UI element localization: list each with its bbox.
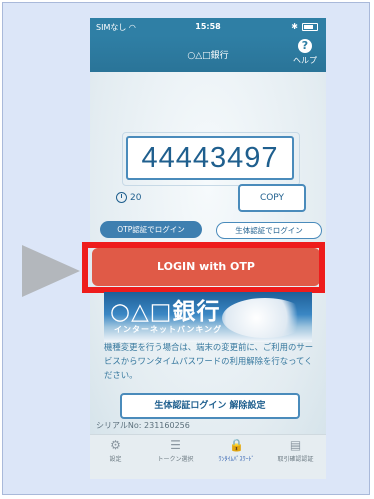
help-button[interactable]: ? ヘルプ <box>290 39 320 66</box>
bluetooth-icon: ✱ <box>291 22 298 31</box>
banner-subtitle: インターネットバンキング <box>114 325 223 334</box>
battery-area: ✱ <box>291 22 318 31</box>
status-bar: SIMなし ◠ 15:58 ✱ <box>90 18 326 36</box>
tab-otp-login[interactable]: OTP認証でログイン <box>100 221 202 238</box>
notice-text: 機種変更を行う場合は、端末の変更前に、ご利用のサービスからワンタイムパスワードの… <box>104 342 314 380</box>
tab-settings-label: 設定 <box>109 456 122 463</box>
tab-biometric-login[interactable]: 生体認証でログイン <box>216 222 322 239</box>
nav-bar: ○△□銀行 ? ヘルプ <box>90 36 326 72</box>
lock-icon: 🔒 <box>229 438 244 452</box>
help-label: ヘルプ <box>293 56 317 65</box>
pointer-arrow-icon <box>22 245 80 297</box>
gear-icon: ⚙ <box>110 438 121 452</box>
document-icon: ▤ <box>289 438 302 452</box>
cloud-graphic <box>222 298 308 338</box>
tab-token-select-label: トークン選択 <box>157 456 194 463</box>
timer-value: 20 <box>130 193 142 203</box>
serial-number: シリアルNo: 231160256 <box>96 421 190 430</box>
bank-banner: ○△□銀行 インターネットバンキング <box>104 292 312 342</box>
biometric-settings-button[interactable]: 生体認証ログイン 解除設定 <box>120 393 300 419</box>
clock-icon <box>116 192 127 203</box>
copy-button[interactable]: COPY <box>238 184 306 212</box>
tab-otp-label: ﾜﾝﾀｲﾑﾊﾟｽﾜｰﾄﾞ <box>218 456 255 463</box>
question-icon: ? <box>298 39 312 53</box>
banner-title: ○△□銀行 <box>110 299 221 325</box>
tab-one-time-password[interactable]: 🔒 ﾜﾝﾀｲﾑﾊﾟｽﾜｰﾄﾞ <box>213 437 260 463</box>
tab-settings[interactable]: ⚙ 設定 <box>92 437 139 463</box>
tab-transaction-label: 取引確認認証 <box>277 456 314 463</box>
tab-transaction-auth[interactable]: ▤ 取引確認認証 <box>272 437 319 463</box>
otp-code-display: 44443497 <box>122 132 300 186</box>
login-with-otp-button[interactable]: LOGIN with OTP <box>92 248 320 286</box>
otp-timer: 20 <box>116 192 141 203</box>
tab-token-select[interactable]: ☰ トークン選択 <box>152 437 199 463</box>
list-icon: ☰ <box>170 438 181 452</box>
battery-icon <box>302 22 318 31</box>
bottom-tab-bar: ⚙ 設定 ☰ トークン選択 🔒 ﾜﾝﾀｲﾑﾊﾟｽﾜｰﾄﾞ ▤ 取引確認認証 <box>90 434 326 479</box>
otp-frame <box>122 132 300 186</box>
